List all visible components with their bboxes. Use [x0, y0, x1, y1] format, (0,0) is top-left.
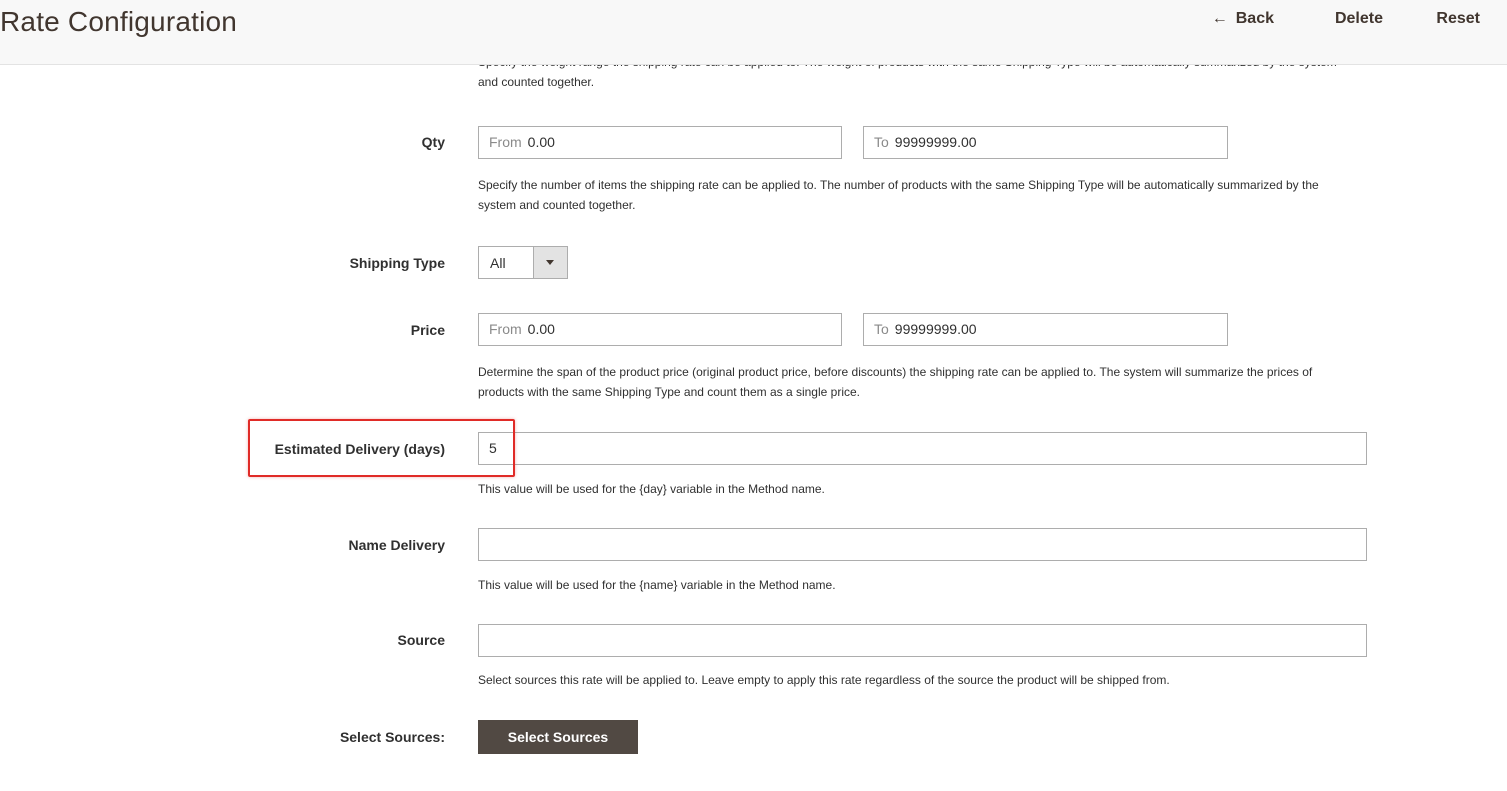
delete-button[interactable]: Delete	[1335, 10, 1383, 28]
source-input[interactable]	[478, 624, 1367, 657]
source-note: Select sources this rate will be applied…	[478, 673, 1170, 687]
shipping-type-toggle[interactable]	[533, 247, 567, 278]
reset-button[interactable]: Reset	[1436, 10, 1480, 28]
price-from-prefix: From	[489, 321, 522, 337]
qty-note: Specify the number of items the shipping…	[478, 178, 1319, 212]
name-delivery-input[interactable]	[478, 528, 1367, 561]
shipping-type-select[interactable]: All	[478, 246, 568, 279]
price-to-value: 99999999.00	[894, 321, 977, 337]
qty-to-prefix: To	[874, 134, 889, 150]
qty-from-prefix: From	[489, 134, 522, 150]
price-to-input[interactable]: To 99999999.00	[863, 313, 1228, 346]
price-label: Price	[410, 322, 445, 338]
price-from-value: 0.00	[527, 321, 555, 337]
shipping-type-value: All	[490, 255, 506, 271]
name-delivery-label: Name Delivery	[348, 537, 445, 553]
estimated-delivery-input[interactable]: 5	[478, 432, 1367, 465]
name-delivery-note: This value will be used for the {name} v…	[478, 578, 836, 592]
highlight-box	[248, 419, 515, 477]
select-sources-label: Select Sources:	[339, 729, 445, 745]
arrow-left-icon: ←	[1211, 10, 1228, 27]
qty-label: Qty	[421, 134, 445, 150]
back-button-label: Back	[1235, 10, 1274, 27]
select-sources-button[interactable]: Select Sources	[478, 720, 638, 754]
qty-to-input[interactable]: To 99999999.00	[863, 126, 1228, 159]
caret-down-icon	[546, 260, 554, 265]
price-to-prefix: To	[874, 321, 889, 337]
back-button[interactable]: ← Back	[1212, 10, 1274, 28]
qty-from-value: 0.00	[527, 134, 555, 150]
price-from-input[interactable]: From 0.00	[478, 313, 842, 346]
estimated-delivery-note: This value will be used for the {day} va…	[478, 482, 825, 496]
page-title: Rate Configuration	[0, 6, 238, 37]
price-note: Determine the span of the product price …	[478, 365, 1313, 399]
page-header: Rate Configuration ← Back Delete Reset	[0, 0, 1507, 65]
qty-from-input[interactable]: From 0.00	[478, 126, 842, 159]
source-label: Source	[397, 632, 445, 648]
shipping-type-label: Shipping Type	[349, 255, 445, 271]
qty-to-value: 99999999.00	[894, 134, 977, 150]
